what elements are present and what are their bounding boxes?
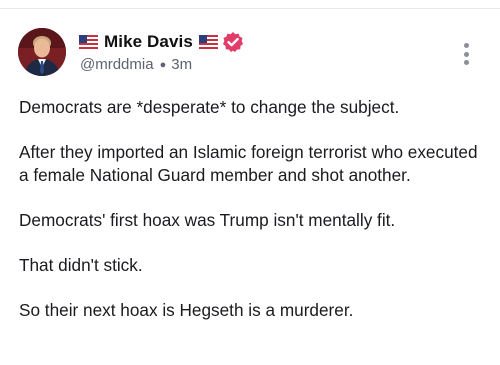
author-display-name[interactable]: Mike Davis — [104, 32, 193, 52]
verified-badge-icon — [222, 31, 244, 53]
avatar[interactable] — [18, 28, 66, 76]
more-options-icon[interactable] — [456, 40, 476, 68]
post-paragraph: Democrats are *desperate* to change the … — [19, 97, 400, 117]
author-meta: @mrddmia ● 3m — [80, 56, 192, 73]
post-paragraph: So their next hoax is Hegseth is a murde… — [19, 300, 354, 321]
separator-dot: ● — [159, 58, 167, 71]
post-body: Democrats are *desperate* to change the … — [19, 96, 489, 345]
post-paragraph: Democrats' first hoax was Trump isn't me… — [19, 209, 396, 230]
divider — [0, 8, 500, 9]
post-card: Mike Davis @mrddmia ● 3m Democrats are *… — [0, 0, 500, 365]
menu-dot — [463, 43, 469, 48]
post-paragraph: After they imported an Islamic foreign t… — [19, 142, 478, 185]
post-timestamp[interactable]: 3m — [171, 56, 192, 73]
post-paragraph: That didn't stick. — [19, 255, 143, 276]
author-handle[interactable]: @mrddmia — [80, 56, 154, 73]
us-flag-icon — [79, 35, 98, 49]
us-flag-icon — [198, 35, 218, 49]
menu-dot — [463, 60, 469, 65]
menu-dot — [463, 51, 469, 57]
author-name-row: Mike Davis — [79, 31, 244, 53]
